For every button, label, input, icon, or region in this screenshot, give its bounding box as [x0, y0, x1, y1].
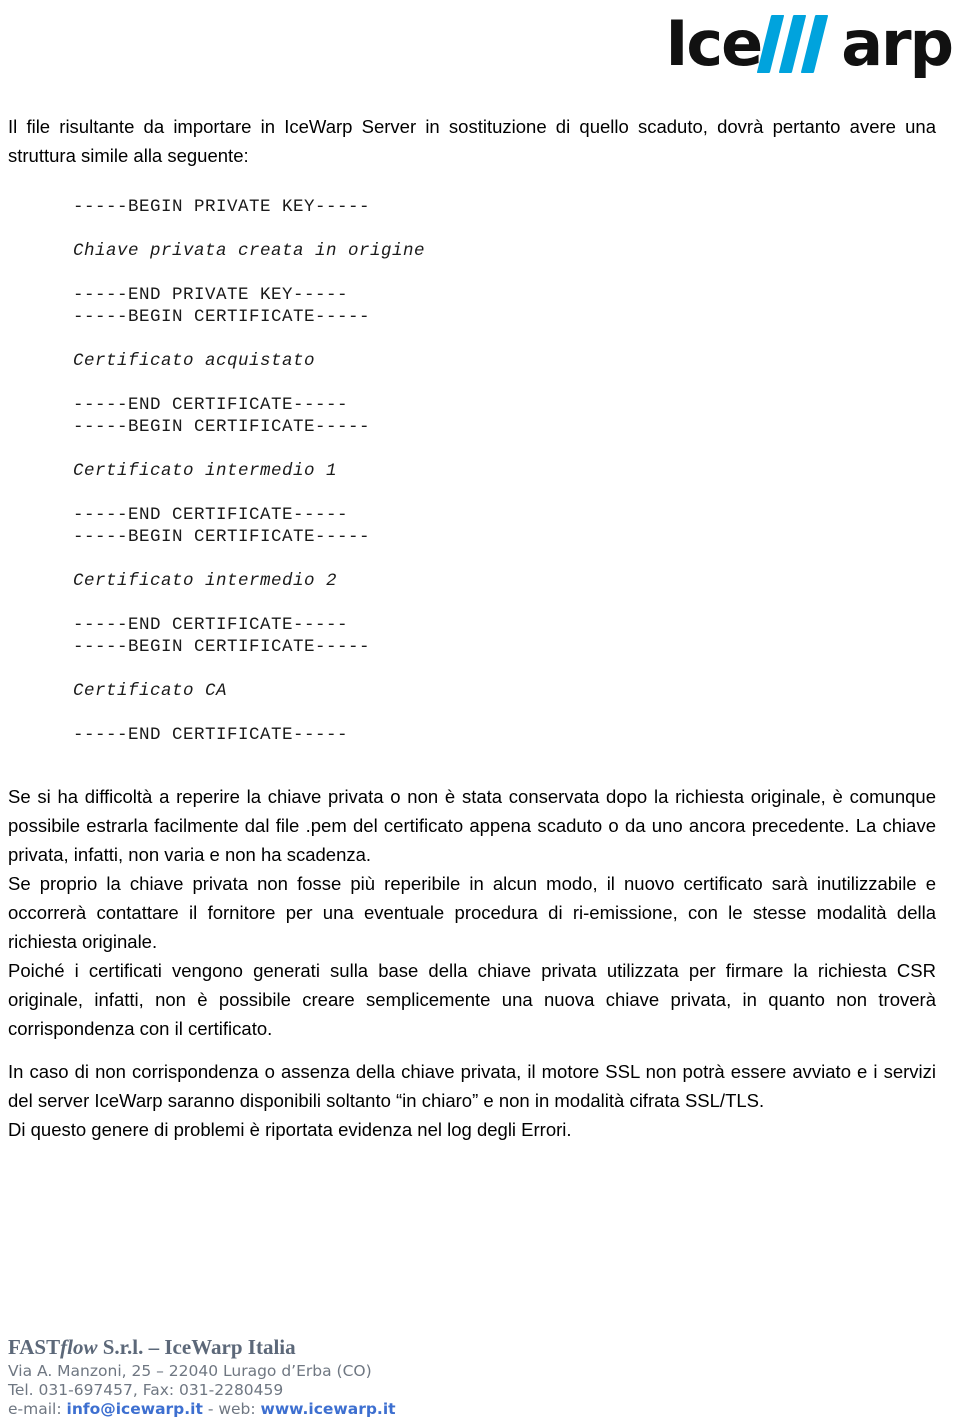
cert-line: Certificato acquistato [73, 351, 316, 371]
footer-email-link[interactable]: info@icewarp.it [67, 1400, 203, 1418]
cert-line: Certificato intermedio 2 [73, 571, 338, 591]
page-header: Ice arp [0, 0, 960, 105]
footer-company-fast: FAST [8, 1334, 61, 1359]
footer-address: Via A. Manzoni, 25 – 22040 Lurago d’Erba… [8, 1362, 372, 1381]
paragraph-private-key-recovery: Se si ha difficoltà a reperire la chiave… [8, 786, 936, 865]
cert-line: -----END CERTIFICATE----- [73, 395, 349, 415]
cert-line: -----END CERTIFICATE----- [73, 725, 349, 745]
cert-blank-line [73, 218, 936, 240]
page-footer: FASTflow S.r.l. – IceWarp Italia Via A. … [8, 1335, 708, 1419]
cert-blank-line [73, 262, 936, 284]
cert-line: -----BEGIN CERTIFICATE----- [73, 307, 371, 327]
logo-text-arp: arp [841, 7, 954, 80]
cert-line: -----BEGIN CERTIFICATE----- [73, 637, 371, 657]
cert-line: -----END CERTIFICATE----- [73, 505, 349, 525]
certificate-structure-block: -----BEGIN PRIVATE KEY----- Chiave priva… [8, 196, 936, 746]
paragraph-csr-relationship: Poiché i certificati vengono generati su… [8, 960, 936, 1039]
footer-web-label: web: [218, 1400, 261, 1419]
footer-company-suffix: S.r.l. – IceWarp Italia [97, 1334, 296, 1359]
footer-separator: - [202, 1400, 219, 1419]
cert-blank-line [73, 658, 936, 680]
cert-line: Chiave privata creata in origine [73, 241, 426, 261]
cert-line: -----BEGIN CERTIFICATE----- [73, 417, 371, 437]
cert-blank-line [73, 592, 936, 614]
footer-company-flow: flow [60, 1334, 98, 1359]
logo-w-icon [756, 15, 840, 73]
footer-email-label: e-mail: [8, 1400, 67, 1419]
footer-contacts: e-mail: info@icewarp.it - web: www.icewa… [8, 1400, 708, 1419]
footer-web-link[interactable]: www.icewarp.it [261, 1400, 396, 1418]
cert-line: Certificato CA [73, 681, 228, 701]
logo-text-ice: Ice [665, 7, 763, 80]
cert-blank-line [73, 328, 936, 350]
cert-blank-line [73, 548, 936, 570]
cert-blank-line [73, 372, 936, 394]
paragraph-ssl-engine-warning: In caso di non corrispondenza o assenza … [8, 1061, 936, 1111]
icewarp-logo: Ice arp [665, 7, 954, 80]
cert-line: -----BEGIN PRIVATE KEY----- [73, 197, 371, 217]
cert-line: -----END CERTIFICATE----- [73, 615, 349, 635]
footer-phone: Tel. 031-697457, Fax: 031-2280459 [8, 1381, 284, 1400]
cert-line: Certificato intermedio 1 [73, 461, 338, 481]
cert-blank-line [73, 482, 936, 504]
footer-company-name: FASTflow S.r.l. – IceWarp Italia [8, 1335, 708, 1361]
cert-blank-line [73, 438, 936, 460]
document-content: Il file risultante da importare in IceWa… [8, 112, 936, 1144]
paragraph-key-unavailable: Se proprio la chiave privata non fosse p… [8, 873, 936, 952]
cert-line: -----BEGIN CERTIFICATE----- [73, 527, 371, 547]
cert-line: -----END PRIVATE KEY----- [73, 285, 349, 305]
paragraph-error-log-note: Di questo genere di problemi è riportata… [8, 1119, 572, 1140]
intro-paragraph: Il file risultante da importare in IceWa… [8, 116, 936, 166]
cert-blank-line [73, 702, 936, 724]
